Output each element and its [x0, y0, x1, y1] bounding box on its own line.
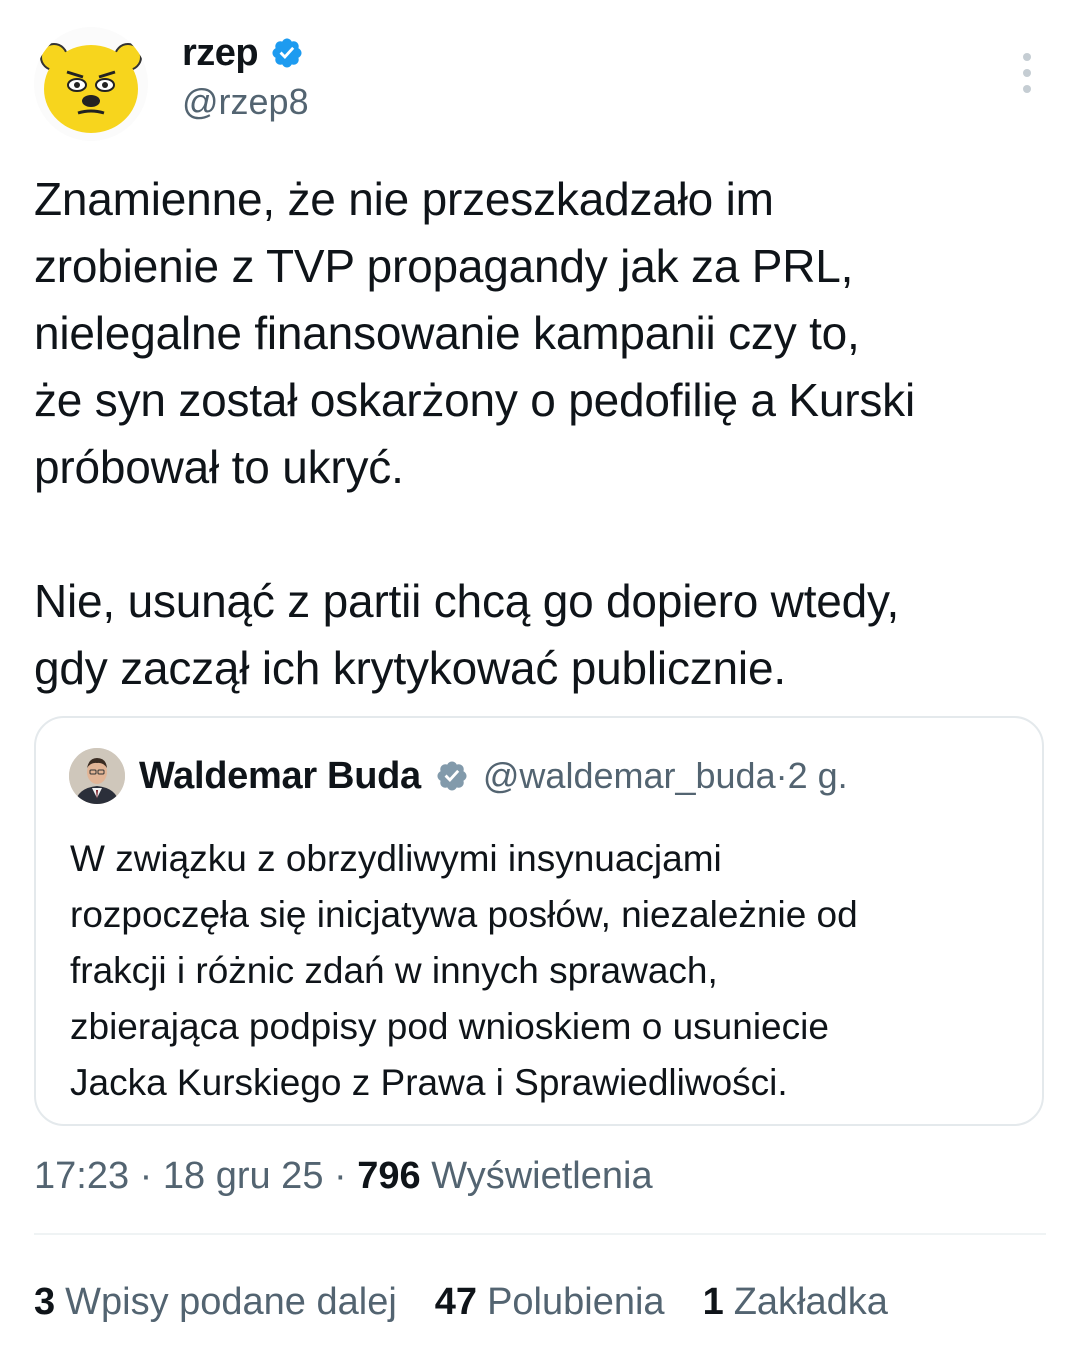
stat-count: 47	[434, 1281, 478, 1323]
quoted-author-handle: @waldemar_buda	[482, 755, 776, 796]
tweet-date[interactable]: 18 gru 25	[163, 1155, 324, 1197]
stat-label: Wpisy podane dalej	[65, 1281, 397, 1323]
stat-label: Zakładka	[733, 1281, 888, 1323]
quoted-tweet-age: 2 g.	[787, 755, 848, 796]
tweet-header: rzep @rzep8	[34, 27, 1046, 141]
stat-count: 1	[702, 1281, 724, 1323]
meta-separator: ·	[323, 1155, 358, 1197]
meta-separator: ·	[129, 1155, 163, 1197]
stat-count: 3	[34, 1281, 56, 1323]
quoted-tweet[interactable]: Waldemar Buda @waldemar_buda · 2 g. W zw…	[34, 716, 1044, 1126]
stat-reposts[interactable]: 3 Wpisy podane dalej	[34, 1272, 397, 1332]
author-info: rzep @rzep8	[182, 29, 309, 123]
tweet-text: Znamienne, że nie przeszkadzało im zrobi…	[34, 173, 915, 694]
quoted-author-name: Waldemar Buda	[139, 754, 421, 797]
quoted-tweet-header: Waldemar Buda @waldemar_buda · 2 g.	[69, 746, 848, 806]
views-count: 796	[357, 1155, 421, 1197]
stat-label: Polubienia	[487, 1281, 665, 1323]
divider	[34, 1233, 1046, 1235]
quoted-tweet-text: W związku z obrzydliwymi insynuacjami ro…	[70, 838, 858, 1103]
author-display-name[interactable]: rzep	[182, 32, 259, 75]
stat-likes[interactable]: 47 Polubienia	[435, 1272, 665, 1332]
meta-separator: ·	[775, 755, 788, 796]
author-handle[interactable]: @rzep8	[182, 81, 309, 123]
verified-badge-icon[interactable]	[270, 36, 304, 70]
author-avatar[interactable]	[34, 27, 148, 141]
verified-badge-icon	[437, 761, 467, 791]
author-name-row: rzep	[182, 29, 309, 77]
more-vertical-icon[interactable]	[1022, 53, 1032, 93]
tweet-meta: 17:23 · 18 gru 25 · 796 Wyświetlenia	[34, 1148, 653, 1204]
person-avatar-icon	[69, 748, 125, 804]
engagement-stats: 3 Wpisy podane dalej 47 Polubienia 1 Zakład…	[34, 1272, 926, 1332]
stat-bookmarks[interactable]: 1 Zakładka	[703, 1272, 888, 1332]
views-label: Wyświetlenia	[431, 1155, 653, 1197]
yellow-bear-avatar-icon	[34, 27, 148, 141]
tweet-time[interactable]: 17:23	[34, 1155, 129, 1197]
quoted-author-avatar	[69, 748, 125, 804]
